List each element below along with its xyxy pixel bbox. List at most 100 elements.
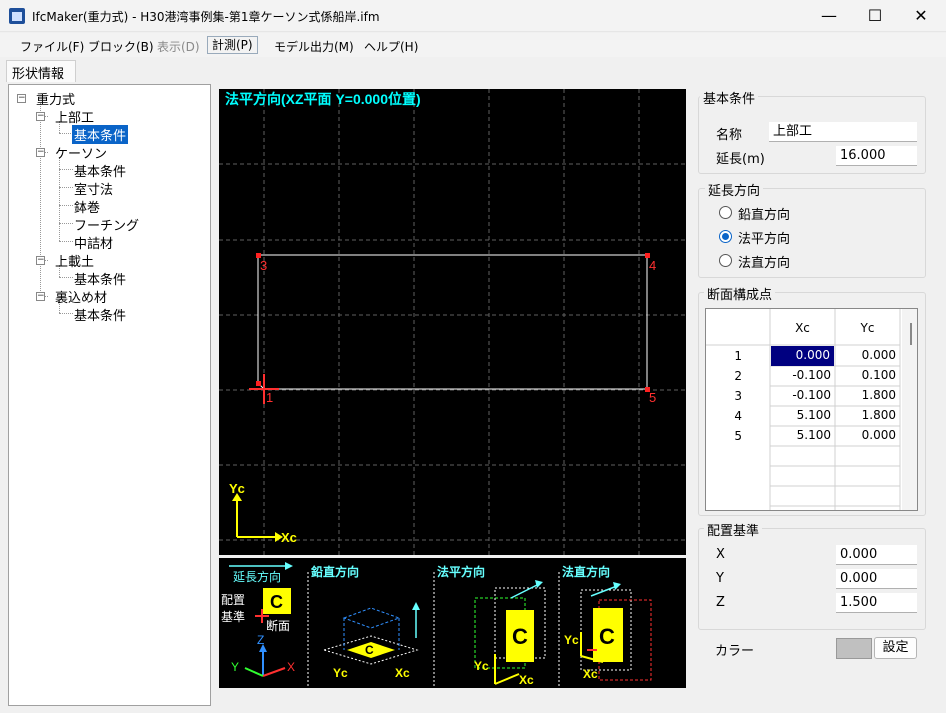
tree-collapse-icon[interactable]: − [36,256,45,265]
group-label-basic: 基本条件 [700,88,759,107]
legend-axis-xc: Xc [519,673,534,687]
menu-file[interactable]: ファイル(F) [20,38,84,55]
tree-collapse-icon[interactable]: − [17,94,26,103]
grid-cell-xc[interactable]: 0.000 [771,346,834,366]
radio-label-horizontal[interactable]: 法平方向 [738,228,790,247]
axis-label-xc: Xc [281,530,297,545]
section-outline [257,254,648,390]
tree-item-surcharge-basic[interactable]: 基本条件 [74,269,126,288]
drawing-canvas[interactable]: 1 3 4 5 Yc Xc 法平方向(XZ平面 Y=0.000位置) [219,89,686,555]
legend-axis-z: Z [257,633,264,647]
tree-item-caisson-basic[interactable]: 基本条件 [74,161,126,180]
radio-label-normal[interactable]: 法直方向 [738,252,790,271]
tree-item-gravity[interactable]: 重力式 [36,89,75,108]
grid-cell-xc[interactable]: -0.100 [770,386,835,406]
point-label-3: 3 [260,258,267,273]
legend-axis-yc: Yc [333,666,348,680]
legend-section-label: 断面 [266,618,290,633]
legend-panel: 延長方向 配置 基準 C 断面 Z Y X 鉛直方向 法平方向 法直方向 C Y… [219,558,686,688]
legend-c-glyph: C [365,643,374,657]
tree-guide [59,205,73,206]
grid-cell-yc[interactable]: 0.000 [835,346,900,366]
grid-cell-yc[interactable]: 0.100 [835,366,900,386]
tree-guide [40,103,41,301]
tree-item-superstructure[interactable]: 上部工 [55,107,94,126]
tree-view[interactable]: − − − − − 重力式 上部工 基本条件 ケーソン 基本条件 室寸法 鉢巻 … [8,84,211,706]
tree-item-hachimaki[interactable]: 鉢巻 [74,197,100,216]
legend-view-normal: 法直方向 [562,564,610,579]
radio-label-vertical[interactable]: 鉛直方向 [738,204,790,223]
tree-item-fill[interactable]: 中詰材 [74,233,113,252]
tree-item-surcharge[interactable]: 上載土 [55,251,94,270]
legend-axis-yc: Yc [564,633,579,647]
tab-label: 形状情報 [12,67,65,82]
legend-c-glyph: C [512,624,528,649]
point-label-4: 4 [649,258,656,273]
menu-view[interactable]: 表示(D) [157,38,200,55]
grid-lines [219,89,686,555]
placement-x-field[interactable]: 0.000 [836,545,917,565]
grid-cell-xc[interactable]: -0.100 [770,366,835,386]
point-label-1: 1 [266,390,273,405]
minimize-button[interactable]: — [806,0,852,32]
menu-measure[interactable]: 計測(P) [207,36,258,54]
radio-normal[interactable] [719,254,732,267]
legend-c-glyph: C [599,624,615,649]
tree-collapse-icon[interactable]: − [36,112,45,121]
tree-item-footing[interactable]: フーチング [74,215,139,234]
menu-block[interactable]: ブロック(B) [88,38,154,55]
color-set-button[interactable]: 設定 [874,637,917,659]
color-swatch[interactable] [836,638,872,659]
grid-header-yc: Yc [860,321,875,335]
group-label-placement: 配置基準 [704,520,763,539]
placement-y-field[interactable]: 0.000 [836,569,917,589]
legend-view-vertical: 鉛直方向 [310,564,359,579]
menu-help[interactable]: ヘルプ(H) [364,38,418,55]
grid-cell-yc[interactable]: 0.000 [835,426,900,446]
tree-guide [59,133,73,134]
legend-axis-xc: Xc [395,666,410,680]
tree-guide [59,187,73,188]
group-label-section-points: 断面構成点 [704,284,776,303]
tree-guide [59,169,73,170]
menu-model-output[interactable]: モデル出力(M) [274,38,354,55]
legend-axis-xc: Xc [583,667,598,681]
grid-cell-yc[interactable]: 1.800 [835,386,900,406]
grid-cell-xc[interactable]: 5.100 [770,426,835,446]
tree-item-backfill-basic[interactable]: 基本条件 [74,305,126,324]
axis-gizmo [232,493,283,542]
canvas-title: 法平方向(XZ平面 Y=0.000位置) [225,91,421,107]
tree-item-room-dims[interactable]: 室寸法 [74,179,113,198]
placement-z-field[interactable]: 1.500 [836,593,917,613]
close-button[interactable]: ✕ [898,0,944,32]
grid-row-no: 2 [734,369,742,383]
legend-base-label: 基準 [221,609,245,624]
axis-label-yc: Yc [229,481,245,496]
section-points-grid[interactable]: Xc Yc 1 0.000 0.000 2 -0.100 0.100 3 -0.… [705,308,918,511]
grid-cell-xc[interactable]: 5.100 [770,406,835,426]
tree-item-caisson[interactable]: ケーソン [55,143,107,162]
tree-collapse-icon[interactable]: − [36,292,45,301]
tree-item-super-basic[interactable]: 基本条件 [72,125,129,144]
point-label-5: 5 [649,390,656,405]
label-length: 延長(m) [716,152,765,167]
tree-collapse-icon[interactable]: − [36,148,45,157]
grid-header-xc: Xc [795,321,810,335]
group-label-extension: 延長方向 [705,180,764,199]
legend-c-glyph: C [270,592,283,612]
label-color: カラー [715,644,755,659]
maximize-button[interactable]: ☐ [852,0,898,32]
legend-drawing: 延長方向 配置 基準 C 断面 Z Y X 鉛直方向 法平方向 法直方向 C Y… [221,562,652,687]
app-icon [9,8,25,24]
tree-guide [59,223,73,224]
name-field[interactable]: 上部工 [769,122,917,142]
length-field[interactable]: 16.000 [836,146,917,166]
legend-placement-label: 配置 [221,593,245,607]
tree-item-backfill[interactable]: 裏込め材 [55,287,107,306]
radio-horizontal[interactable] [719,230,732,243]
tree-guide [59,241,73,242]
radio-vertical[interactable] [719,206,732,219]
label-y: Y [716,571,724,586]
grid-cell-yc[interactable]: 1.800 [835,406,900,426]
label-x: X [716,547,725,562]
